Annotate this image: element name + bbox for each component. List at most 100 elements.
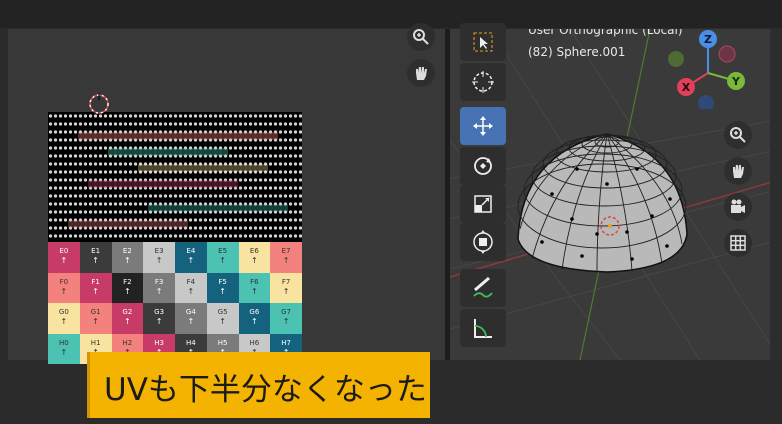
texture-cell-label: E3	[154, 247, 164, 255]
orthographic-grid-icon[interactable]	[724, 229, 752, 257]
texture-cell-label: G2	[122, 308, 133, 316]
transform-tool[interactable]	[460, 223, 506, 261]
texture-cell-label: G6	[249, 308, 260, 316]
texture-cell: G0 ↑	[48, 303, 80, 334]
texture-cell: F5 ↑	[206, 272, 239, 303]
up-arrow-icon: ↑	[251, 317, 258, 326]
up-arrow-icon: ↑	[219, 256, 226, 265]
caption-banner: UVも下半分なくなった	[87, 352, 430, 418]
up-arrow-icon: ↑	[282, 286, 290, 296]
texture-cell-label: H2	[122, 338, 133, 347]
select-box-tool[interactable]	[460, 23, 506, 61]
texture-cell: G1 ↑	[79, 303, 112, 334]
up-arrow-icon: ↑	[187, 256, 195, 265]
view-name-label: User Orthographic (Local)	[528, 29, 683, 37]
object-info-label: (82) Sphere.001	[528, 45, 626, 59]
uv-editor-area[interactable]: E0 ↑ E1 ↑ E2 ↑ E3 ↑ E4 ↑ E5 ↑ E6 ↑ E7 ↑ F0 ↑ F1 ↑ F2 ↑ F3 ↑ F4 ↑ F…	[8, 23, 445, 364]
up-arrow-icon: ↑	[60, 286, 68, 296]
texture-cell-label: H1	[90, 338, 101, 347]
texture-cell: H0 ↑	[48, 333, 80, 364]
up-arrow-icon: ↑	[92, 317, 99, 326]
texture-cell: F0 ↑	[48, 272, 80, 303]
texture-cell: G3 ↑	[143, 303, 175, 334]
up-arrow-icon: ↑	[124, 286, 131, 296]
texture-cell: G7 ↑	[270, 303, 302, 334]
texture-cell-label: E0	[59, 247, 69, 255]
2d-cursor-icon[interactable]	[88, 93, 110, 115]
hemisphere-mesh[interactable]	[512, 124, 692, 274]
up-arrow-icon: ↑	[282, 317, 290, 326]
texture-cell: F1 ↑	[79, 272, 112, 303]
up-arrow-icon: ↑	[60, 256, 68, 265]
texture-cell: E7 ↑	[270, 242, 302, 273]
texture-cell: E0 ↑	[48, 242, 80, 273]
uv-layout[interactable]: E0 ↑ E1 ↑ E2 ↑ E3 ↑ E4 ↑ E5 ↑ E6 ↑ E7 ↑ F0 ↑ F1 ↑ F2 ↑ F3 ↑ F4 ↑ F…	[48, 112, 302, 364]
texture-cell: G4 ↑	[175, 303, 207, 334]
camera-view-icon[interactable]	[724, 193, 752, 221]
texture-cell-label: H4	[186, 338, 196, 347]
texture-cell: E4 ↑	[175, 242, 207, 273]
texture-cell: F4 ↑	[175, 272, 207, 303]
zoom-icon[interactable]	[407, 23, 435, 51]
texture-cell: G6 ↑	[238, 303, 271, 334]
tool-shelf	[460, 23, 506, 360]
texture-cell-label: F5	[218, 277, 227, 286]
texture-cell: E5 ↑	[206, 242, 239, 273]
move-tool[interactable]	[460, 107, 506, 145]
texture-cell: F2 ↑	[111, 272, 144, 303]
texture-cell-label: F6	[250, 277, 259, 286]
up-arrow-icon: ↑	[92, 256, 99, 265]
navigation-gizmo[interactable]: Z X Y	[664, 29, 754, 109]
annotate-tool[interactable]	[460, 269, 506, 307]
texture-cell-label: E1	[91, 247, 101, 255]
rotate-tool[interactable]	[460, 147, 506, 185]
top-header-bar	[0, 0, 782, 28]
scale-tool[interactable]	[460, 185, 506, 223]
up-arrow-icon: ↑	[219, 286, 226, 296]
up-arrow-icon: ↑	[251, 256, 258, 265]
texture-cell-label: G4	[185, 308, 196, 316]
texture-cell-label: F7	[281, 277, 291, 286]
zoom-icon[interactable]	[724, 121, 752, 149]
up-arrow-icon: ↑	[155, 317, 163, 326]
texture-cell: E2 ↑	[111, 242, 144, 273]
pan-hand-icon[interactable]	[724, 157, 752, 185]
texture-cell-label: H6	[249, 338, 260, 347]
texture-cell-label: F1	[91, 277, 100, 286]
texture-cell: F3 ↑	[143, 272, 175, 303]
gizmo-z-label: Z	[704, 33, 712, 46]
texture-cell-label: F2	[123, 277, 132, 286]
up-arrow-icon: ↑	[60, 347, 68, 357]
texture-cell: F6 ↑	[238, 272, 271, 303]
texture-cell-label: H7	[281, 338, 291, 347]
uv-texture-grid: E0 ↑ E1 ↑ E2 ↑ E3 ↑ E4 ↑ E5 ↑ E6 ↑ E7 ↑ F0 ↑ F1 ↑ F2 ↑ F3 ↑ F4 ↑ F…	[48, 242, 302, 364]
texture-cell: E3 ↑	[143, 242, 175, 273]
measure-tool[interactable]	[460, 309, 506, 347]
texture-cell: E6 ↑	[238, 242, 271, 273]
cursor-tool[interactable]	[460, 63, 506, 101]
texture-cell-label: F3	[154, 277, 164, 286]
texture-cell-label: H0	[59, 338, 69, 347]
texture-cell: G2 ↑	[111, 303, 144, 334]
gizmo-neg-z[interactable]	[698, 95, 714, 109]
sidebar-toggle-strip[interactable]	[770, 29, 782, 360]
gizmo-neg-y[interactable]	[668, 51, 684, 67]
texture-cell-label: E2	[122, 247, 132, 255]
gizmo-x-label: X	[682, 81, 691, 94]
texture-cell: E1 ↑	[79, 242, 112, 273]
up-arrow-icon: ↑	[187, 317, 195, 326]
texture-cell-label: F4	[186, 277, 196, 286]
up-arrow-icon: ↑	[124, 256, 131, 265]
texture-cell-label: H3	[154, 338, 164, 347]
uv-mesh-upper-half[interactable]	[48, 112, 302, 242]
up-arrow-icon: ↑	[282, 256, 290, 265]
texture-cell: F7 ↑	[270, 272, 302, 303]
up-arrow-icon: ↑	[155, 256, 163, 265]
up-arrow-icon: ↑	[60, 317, 68, 326]
texture-cell-label: G3	[154, 308, 165, 316]
gizmo-neg-x[interactable]	[718, 45, 736, 63]
up-arrow-icon: ↑	[124, 317, 131, 326]
up-arrow-icon: ↑	[155, 286, 163, 296]
texture-cell: G5 ↑	[206, 303, 239, 334]
pan-hand-icon[interactable]	[407, 59, 435, 87]
